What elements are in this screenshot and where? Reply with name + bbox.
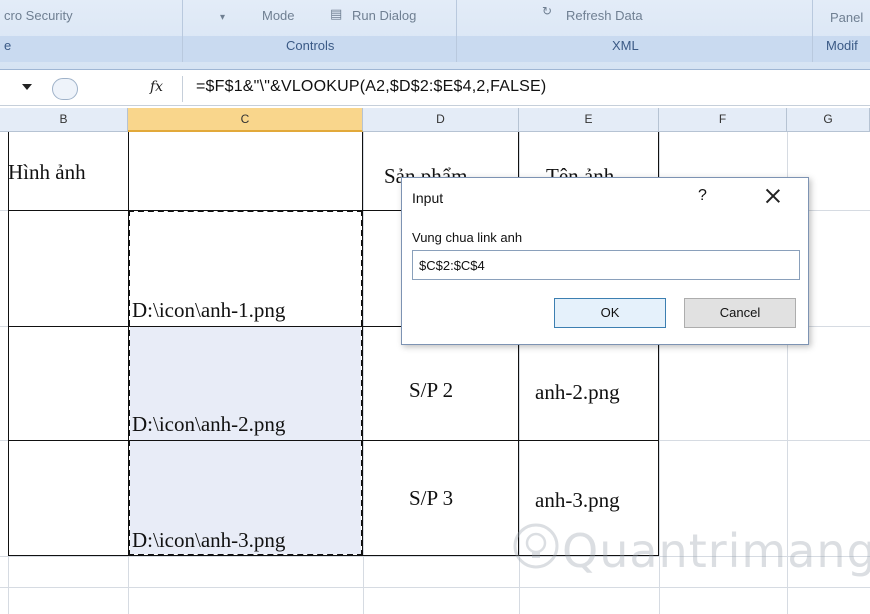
- watermark-lightbulb-icon: [513, 523, 559, 569]
- column-header-b[interactable]: B: [0, 108, 128, 132]
- design-mode-button[interactable]: Mode: [262, 8, 295, 23]
- ribbon-separator: [182, 0, 183, 62]
- run-dialog-button[interactable]: Run Dialog: [352, 8, 416, 23]
- macro-security-button[interactable]: cro Security: [4, 8, 73, 23]
- ribbon-separator: [456, 0, 457, 62]
- refresh-data-button[interactable]: Refresh Data: [566, 8, 643, 23]
- gridline: [0, 587, 870, 588]
- panel-button[interactable]: Panel: [830, 10, 863, 25]
- ribbon-group-label-modify: Modif: [826, 38, 858, 53]
- cell-e4[interactable]: anh-3.png: [535, 488, 620, 513]
- ribbon-group-label-bar: [0, 36, 870, 62]
- ribbon: cro Security ▾ Mode ▤ Run Dialog ↻ Refre…: [0, 0, 870, 70]
- cell-e3[interactable]: anh-2.png: [535, 380, 620, 405]
- formula-input[interactable]: =$F$1&"\"&VLOOKUP(A2,$D$2:$E$4,2,FALSE): [196, 78, 546, 96]
- ribbon-group-label-code: e: [4, 38, 12, 53]
- run-dialog-icon: ▤: [330, 6, 343, 21]
- ok-button[interactable]: OK: [554, 298, 666, 328]
- range-input[interactable]: [412, 250, 800, 280]
- column-header-c[interactable]: C: [128, 108, 363, 132]
- watermark-logo: Quantrimang: [512, 522, 870, 578]
- ribbon-separator: [812, 0, 813, 62]
- divider: [182, 76, 183, 102]
- name-box-dropdown-icon[interactable]: [22, 84, 32, 90]
- copy-marquee: [128, 210, 363, 556]
- help-button[interactable]: ?: [698, 187, 707, 205]
- cell-d4[interactable]: S/P 3: [409, 486, 453, 511]
- cancel-button[interactable]: Cancel: [684, 298, 796, 328]
- dialog-title: Input: [412, 190, 444, 206]
- column-header-g[interactable]: G: [787, 108, 870, 132]
- chevron-down-icon: ▾: [220, 12, 226, 23]
- cell-b1[interactable]: Hình ảnh: [8, 160, 86, 185]
- formula-cancel-button[interactable]: [52, 78, 78, 100]
- input-dialog: Input ? Vung chua link anh OK Cancel: [401, 177, 809, 345]
- ribbon-group-label-xml: XML: [612, 38, 639, 53]
- column-header-f[interactable]: F: [659, 108, 787, 132]
- cell-d3[interactable]: S/P 2: [409, 378, 453, 403]
- column-header-e[interactable]: E: [519, 108, 659, 132]
- formula-bar: fx =$F$1&"\"&VLOOKUP(A2,$D$2:$E$4,2,FALS…: [0, 72, 870, 106]
- insert-function-icon[interactable]: fx: [150, 79, 163, 95]
- column-header-d[interactable]: D: [363, 108, 519, 132]
- dialog-prompt: Vung chua link anh: [412, 230, 523, 245]
- refresh-icon: ↻: [542, 4, 553, 18]
- ribbon-group-label-controls: Controls: [286, 38, 335, 53]
- close-icon[interactable]: [760, 183, 786, 209]
- watermark-text: Quantrimang: [562, 524, 870, 578]
